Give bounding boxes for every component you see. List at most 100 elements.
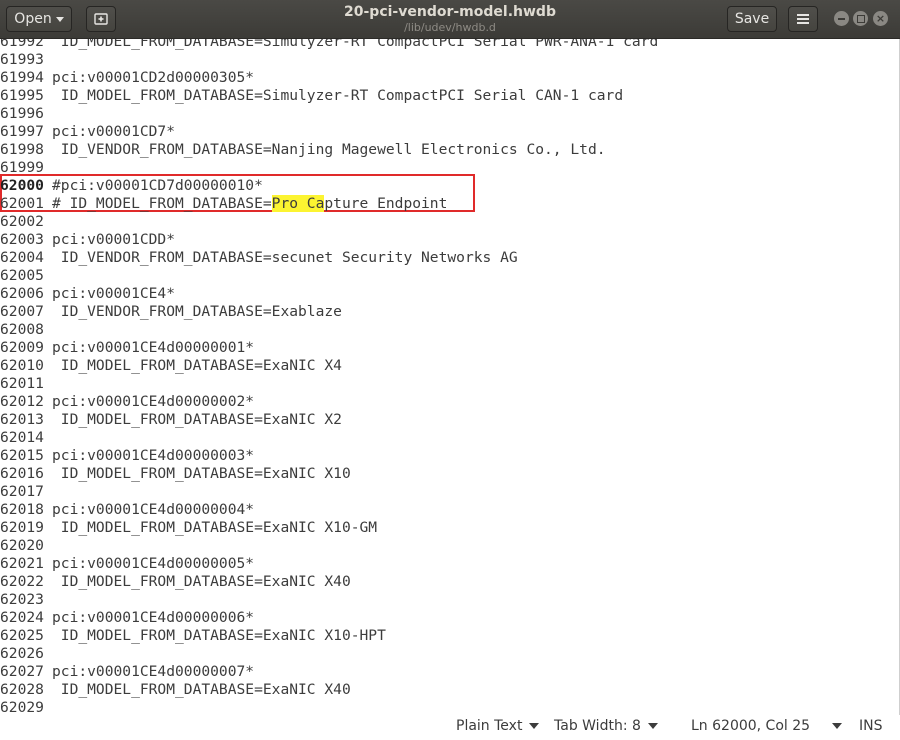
line-number: 62015 xyxy=(0,447,44,464)
tab-width-selector[interactable]: Tab Width: 8 xyxy=(554,718,658,734)
editor-line[interactable]: 62004 ID_VENDOR_FROM_DATABASE=secunet Se… xyxy=(0,249,518,267)
editor-line[interactable]: 62005 xyxy=(0,267,52,285)
editor-line[interactable]: 61997 pci:v00001CD7* xyxy=(0,123,175,141)
editor-line[interactable]: 62022 ID_MODEL_FROM_DATABASE=ExaNIC X40 xyxy=(0,573,351,591)
new-tab-icon xyxy=(94,13,108,25)
close-button[interactable]: × xyxy=(873,11,888,26)
editor-line[interactable]: 62012 pci:v00001CE4d00000002* xyxy=(0,393,254,411)
chevron-down-icon xyxy=(832,723,843,729)
line-number: 62026 xyxy=(0,645,44,662)
line-text: ID_MODEL_FROM_DATABASE=ExaNIC X10-GM xyxy=(52,519,378,536)
text-editor-area[interactable]: 61992 ID_MODEL_FROM_DATABASE=Simulyzer-R… xyxy=(0,39,900,715)
menu-button[interactable] xyxy=(788,6,818,32)
line-number: 62010 xyxy=(0,357,44,374)
line-number: 62020 xyxy=(0,537,44,554)
close-icon: × xyxy=(875,12,886,25)
minimize-button[interactable] xyxy=(834,11,849,26)
editor-line[interactable]: 62023 xyxy=(0,591,52,609)
editor-line[interactable]: 62028 ID_MODEL_FROM_DATABASE=ExaNIC X40 xyxy=(0,681,351,699)
line-text: ID_MODEL_FROM_DATABASE=ExaNIC X10 xyxy=(52,465,351,482)
editor-line[interactable]: 62016 ID_MODEL_FROM_DATABASE=ExaNIC X10 xyxy=(0,465,351,483)
line-text: pci:v00001CD2d00000305* xyxy=(52,69,255,86)
cursor-position-label: Ln 62000, Col 25 xyxy=(691,718,811,734)
tab-width-label: Tab Width: 8 xyxy=(554,718,641,734)
line-number: 61998 xyxy=(0,141,44,158)
editor-line[interactable]: 62007 ID_VENDOR_FROM_DATABASE=Exablaze xyxy=(0,303,342,321)
chevron-down-icon xyxy=(55,16,64,22)
line-number: 62023 xyxy=(0,591,44,608)
editor-line[interactable]: 62014 xyxy=(0,429,52,447)
editor-line[interactable]: 61994 pci:v00001CD2d00000305* xyxy=(0,69,254,87)
editor-line[interactable]: 62010 ID_MODEL_FROM_DATABASE=ExaNIC X4 xyxy=(0,357,342,375)
line-text: ID_MODEL_FROM_DATABASE=ExaNIC X10-HPT xyxy=(52,627,386,644)
editor-line[interactable]: 62025 ID_MODEL_FROM_DATABASE=ExaNIC X10-… xyxy=(0,627,386,645)
open-button[interactable]: Open xyxy=(6,6,72,32)
line-number: 62024 xyxy=(0,609,44,626)
maximize-icon xyxy=(856,14,865,23)
minimize-icon xyxy=(838,17,845,20)
editor-line[interactable]: 61992 ID_MODEL_FROM_DATABASE=Simulyzer-R… xyxy=(0,39,658,51)
line-number: 62005 xyxy=(0,267,44,284)
line-number: 62011 xyxy=(0,375,44,392)
editor-line[interactable]: 61999 xyxy=(0,159,52,177)
line-number: 62029 xyxy=(0,699,44,715)
hamburger-menu-icon xyxy=(797,14,809,24)
header-bar: Open 20-pci-vendor-model.hwdb /lib/udev/… xyxy=(0,0,900,39)
status-bar: Plain Text Tab Width: 8 Ln 62000, Col 25… xyxy=(0,715,900,740)
line-number: 61995 xyxy=(0,87,44,104)
editor-line[interactable]: 62008 xyxy=(0,321,52,339)
editor-line[interactable]: 61995 ID_MODEL_FROM_DATABASE=Simulyzer-R… xyxy=(0,87,623,105)
editor-line[interactable]: 62020 xyxy=(0,537,52,555)
editor-line[interactable]: 62024 pci:v00001CE4d00000006* xyxy=(0,609,254,627)
line-number: 62027 xyxy=(0,663,44,680)
line-number: 62008 xyxy=(0,321,44,338)
line-number: 61994 xyxy=(0,69,44,86)
editor-line[interactable]: 62001 # ID_MODEL_FROM_DATABASE=Pro Captur… xyxy=(0,195,447,213)
line-number: 62004 xyxy=(0,249,44,266)
editor-line[interactable]: 62019 ID_MODEL_FROM_DATABASE=ExaNIC X10-… xyxy=(0,519,377,537)
line-number: 62012 xyxy=(0,393,44,410)
insert-mode-label: INS xyxy=(859,718,883,734)
editor-line[interactable]: 62015 pci:v00001CE4d00000003* xyxy=(0,447,254,465)
search-match-highlight: Pro Ca xyxy=(271,195,325,212)
editor-line[interactable]: 62026 xyxy=(0,645,52,663)
line-text: # ID_MODEL_FROM_DATABASE= xyxy=(52,195,272,212)
chevron-down-icon xyxy=(529,723,540,729)
line-number: 62022 xyxy=(0,573,44,590)
line-number: 62028 xyxy=(0,681,44,698)
line-text: pci:v00001CE4d00000002* xyxy=(52,393,255,410)
editor-line[interactable]: 62011 xyxy=(0,375,52,393)
cursor-position-selector[interactable]: Ln 62000, Col 25 xyxy=(691,718,843,734)
maximize-button[interactable] xyxy=(853,11,868,26)
line-number: 62018 xyxy=(0,501,44,518)
line-number: 62016 xyxy=(0,465,44,482)
editor-line[interactable]: 61993 xyxy=(0,51,52,69)
language-label: Plain Text xyxy=(456,718,523,734)
line-text: ID_MODEL_FROM_DATABASE=ExaNIC X4 xyxy=(52,357,342,374)
editor-line[interactable]: 62006 pci:v00001CE4* xyxy=(0,285,175,303)
line-number: 61992 xyxy=(0,39,44,50)
editor-line[interactable]: 62027 pci:v00001CE4d00000007* xyxy=(0,663,254,681)
line-text: pci:v00001CDD* xyxy=(52,231,176,248)
line-number: 62017 xyxy=(0,483,44,500)
line-text: pci:v00001CD7* xyxy=(52,123,176,140)
editor-line[interactable]: 62013 ID_MODEL_FROM_DATABASE=ExaNIC X2 xyxy=(0,411,342,429)
line-number: 62019 xyxy=(0,519,44,536)
line-text: pci:v00001CE4d00000004* xyxy=(52,501,255,518)
editor-line[interactable]: 62002 xyxy=(0,213,52,231)
save-button[interactable]: Save xyxy=(727,6,777,32)
editor-line[interactable]: 62003 pci:v00001CDD* xyxy=(0,231,175,249)
editor-line[interactable]: 62017 xyxy=(0,483,52,501)
language-selector[interactable]: Plain Text xyxy=(456,718,540,734)
editor-line[interactable]: 62021 pci:v00001CE4d00000005* xyxy=(0,555,254,573)
editor-line[interactable]: 62018 pci:v00001CE4d00000004* xyxy=(0,501,254,519)
editor-line[interactable]: 61996 xyxy=(0,105,52,123)
line-text: #pci:v00001CD7d00000010* xyxy=(52,177,263,194)
editor-line[interactable]: 62000 #pci:v00001CD7d00000010* xyxy=(0,177,263,195)
line-number: 62001 xyxy=(0,195,44,212)
editor-line[interactable]: 61998 ID_VENDOR_FROM_DATABASE=Nanjing Ma… xyxy=(0,141,606,159)
new-tab-button[interactable] xyxy=(86,6,116,32)
editor-line[interactable]: 62029 xyxy=(0,699,52,715)
editor-line[interactable]: 62009 pci:v00001CE4d00000001* xyxy=(0,339,254,357)
line-number: 62007 xyxy=(0,303,44,320)
